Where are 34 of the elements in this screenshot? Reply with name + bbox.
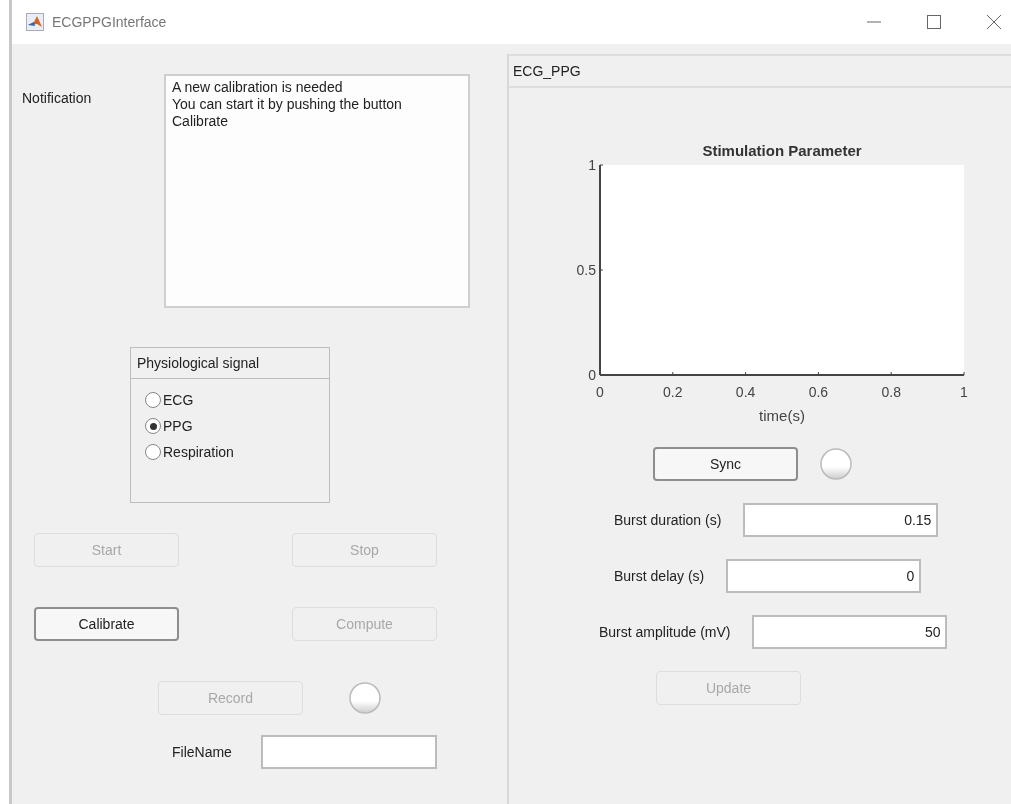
y-tick-label: 0	[588, 367, 596, 383]
notification-text-box: A new calibration is needed You can start it by pushing the button Calibrate	[164, 74, 470, 308]
x-axis-label: time(s)	[759, 407, 805, 424]
panel-title: ECG_PPG	[513, 63, 581, 79]
sync-button[interactable]: Sync	[653, 447, 798, 481]
parameter-field[interactable]: 0	[726, 559, 922, 593]
parameter-field[interactable]: 0.15	[743, 503, 939, 537]
y-tick-label: 1	[588, 157, 596, 173]
app-logo-icon	[26, 13, 44, 31]
x-tick-label: 0.4	[735, 384, 756, 400]
maximize-icon[interactable]	[927, 15, 941, 29]
radio-option[interactable]: PPG	[145, 413, 329, 439]
parameter-field[interactable]: 50	[752, 615, 948, 649]
parameter-label: Burst duration (s)	[614, 512, 722, 528]
radio-option[interactable]: ECG	[145, 387, 329, 413]
push-button[interactable]: Calibrate	[34, 607, 179, 641]
x-tick-label: 0.8	[881, 384, 901, 400]
radio-option[interactable]: Respiration	[145, 439, 329, 465]
close-icon[interactable]	[987, 15, 1001, 29]
x-tick-label: 1	[960, 384, 968, 400]
y-tick-label: 0.5	[576, 262, 596, 278]
window-title: ECGPPGInterface	[52, 14, 168, 30]
filename-label: FileName	[172, 744, 232, 760]
x-tick-label: 0	[596, 384, 604, 400]
indicator-lamp-icon	[820, 448, 852, 480]
x-tick-label: 0.2	[663, 384, 683, 400]
parameter-label: Burst delay (s)	[614, 568, 705, 584]
parameter-label: Burst amplitude (mV)	[599, 624, 731, 640]
chart-title: Stimulation Parameter	[702, 142, 862, 159]
indicator-lamp-icon	[349, 682, 381, 714]
filename-field[interactable]	[260, 735, 437, 769]
group-title: Physiological signal	[137, 355, 260, 371]
x-tick-label: 0.6	[808, 384, 829, 400]
notification-label: Notification	[22, 90, 93, 106]
